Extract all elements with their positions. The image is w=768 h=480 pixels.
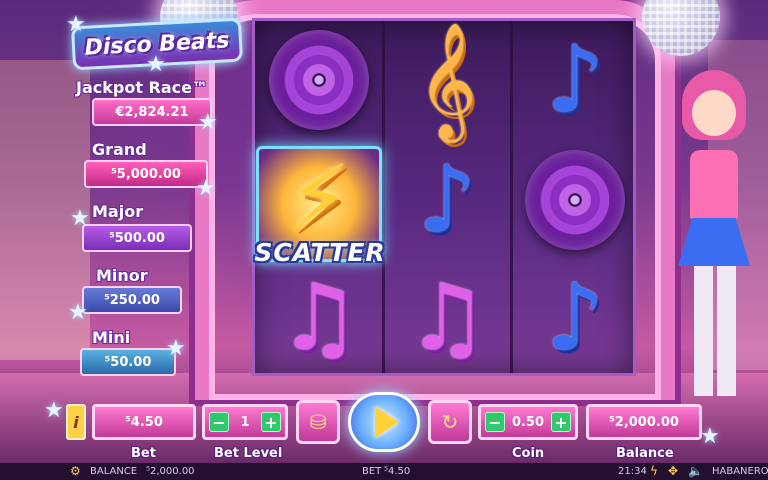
status-bet-value: ⁵4.50 xyxy=(384,466,411,477)
bet-level-decrease-button[interactable]: − xyxy=(209,412,229,432)
clock: 21:34 xyxy=(618,466,647,477)
star-icon: ★ xyxy=(700,424,720,449)
disco-girl-character xyxy=(668,70,768,400)
symbol-vinyl-record-icon xyxy=(255,21,383,139)
coin-stack-icon: ⛁ xyxy=(309,410,327,434)
jackpot-grand-title: Grand xyxy=(92,140,147,159)
symbol-blue-note-icon: ♪ xyxy=(545,26,605,133)
jackpot-major-title: Major xyxy=(92,202,144,221)
star-icon: ★ xyxy=(196,176,216,201)
bet-level-label: Bet Level xyxy=(214,446,283,461)
coin-value: 0.50 xyxy=(511,414,545,430)
scatter-label: SCATTER xyxy=(254,238,386,267)
jackpot-grand-value: ⁵5,000.00 xyxy=(84,160,208,188)
refresh-icon: ↻ xyxy=(441,410,459,434)
jackpot-mini-title: Mini xyxy=(92,328,131,347)
info-button[interactable]: i xyxy=(66,404,86,440)
jackpot-race-value: €2,824.21 xyxy=(92,98,212,126)
status-bet-label: BET xyxy=(362,466,382,477)
bet-display: ⁵4.50 xyxy=(92,404,196,440)
gear-icon[interactable]: ⚙ xyxy=(70,464,81,478)
jackpot-mini-value: ⁵50.00 xyxy=(80,348,176,376)
control-bar: ★ i ⁵4.50 Bet − 1 + Bet Level ⛁ ↻ − 0.50… xyxy=(0,392,768,463)
coin-decrease-button[interactable]: − xyxy=(485,412,505,432)
jackpot-major-value: ⁵500.00 xyxy=(82,224,192,252)
brand-label: HABANERO xyxy=(712,466,768,477)
coin-stepper: − 0.50 + xyxy=(478,404,578,440)
game-stage: ♫ 𝄞 ♪ ♫ ♪ ♪ ⚡ SCATTER Disco Beats ★ ★ Ja… xyxy=(0,0,768,463)
coin-label: Coin xyxy=(512,446,545,461)
autoplay-coins-button[interactable]: ⛁ xyxy=(296,400,340,444)
star-icon: ★ xyxy=(166,336,186,361)
sound-icon[interactable]: 🔈 xyxy=(688,464,703,478)
star-icon: ★ xyxy=(198,110,218,135)
symbol-gold-treble-clef-icon: 𝄞 xyxy=(417,21,477,138)
jackpot-race-title: Jackpot Race™ xyxy=(76,78,208,97)
balance-display: ⁵2,000.00 xyxy=(586,404,702,440)
bet-level-value: 1 xyxy=(240,414,250,430)
bet-label: Bet xyxy=(131,446,156,461)
coin-increase-button[interactable]: + xyxy=(550,412,571,432)
bet-level-increase-button[interactable]: + xyxy=(260,412,281,432)
symbol-blue-note-icon: ♪ xyxy=(545,264,605,371)
balance-label: Balance xyxy=(616,446,674,461)
status-balance-label: BALANCE xyxy=(90,466,138,477)
play-icon xyxy=(375,406,399,438)
star-icon: ★ xyxy=(66,12,86,37)
scatter-lightning-bolt-icon: ⚡ xyxy=(287,145,351,251)
jackpot-minor-value: ⁵250.00 xyxy=(82,286,182,314)
symbol-pink-note-icon: ♫ xyxy=(405,264,489,371)
jackpot-minor-title: Minor xyxy=(96,266,148,285)
star-icon: ★ xyxy=(68,300,88,325)
symbol-blue-note-icon: ♪ xyxy=(417,146,477,253)
star-icon: ★ xyxy=(70,206,90,231)
fullscreen-icon[interactable]: ✥ xyxy=(668,464,678,478)
symbol-vinyl-record-icon xyxy=(511,141,639,259)
turbo-button[interactable]: ↻ xyxy=(428,400,472,444)
star-icon: ★ xyxy=(44,398,64,423)
status-bar: ⚙ BALANCE ⁵2,000.00 BET ⁵4.50 21:34 ϟ ✥ … xyxy=(0,463,768,480)
lightning-icon[interactable]: ϟ xyxy=(650,464,658,478)
bet-level-stepper: − 1 + xyxy=(202,404,288,440)
spin-button[interactable] xyxy=(348,392,420,452)
star-icon: ★ xyxy=(146,52,166,77)
status-balance-value: ⁵2,000.00 xyxy=(146,466,195,477)
symbol-pink-note-icon: ♫ xyxy=(277,264,361,371)
